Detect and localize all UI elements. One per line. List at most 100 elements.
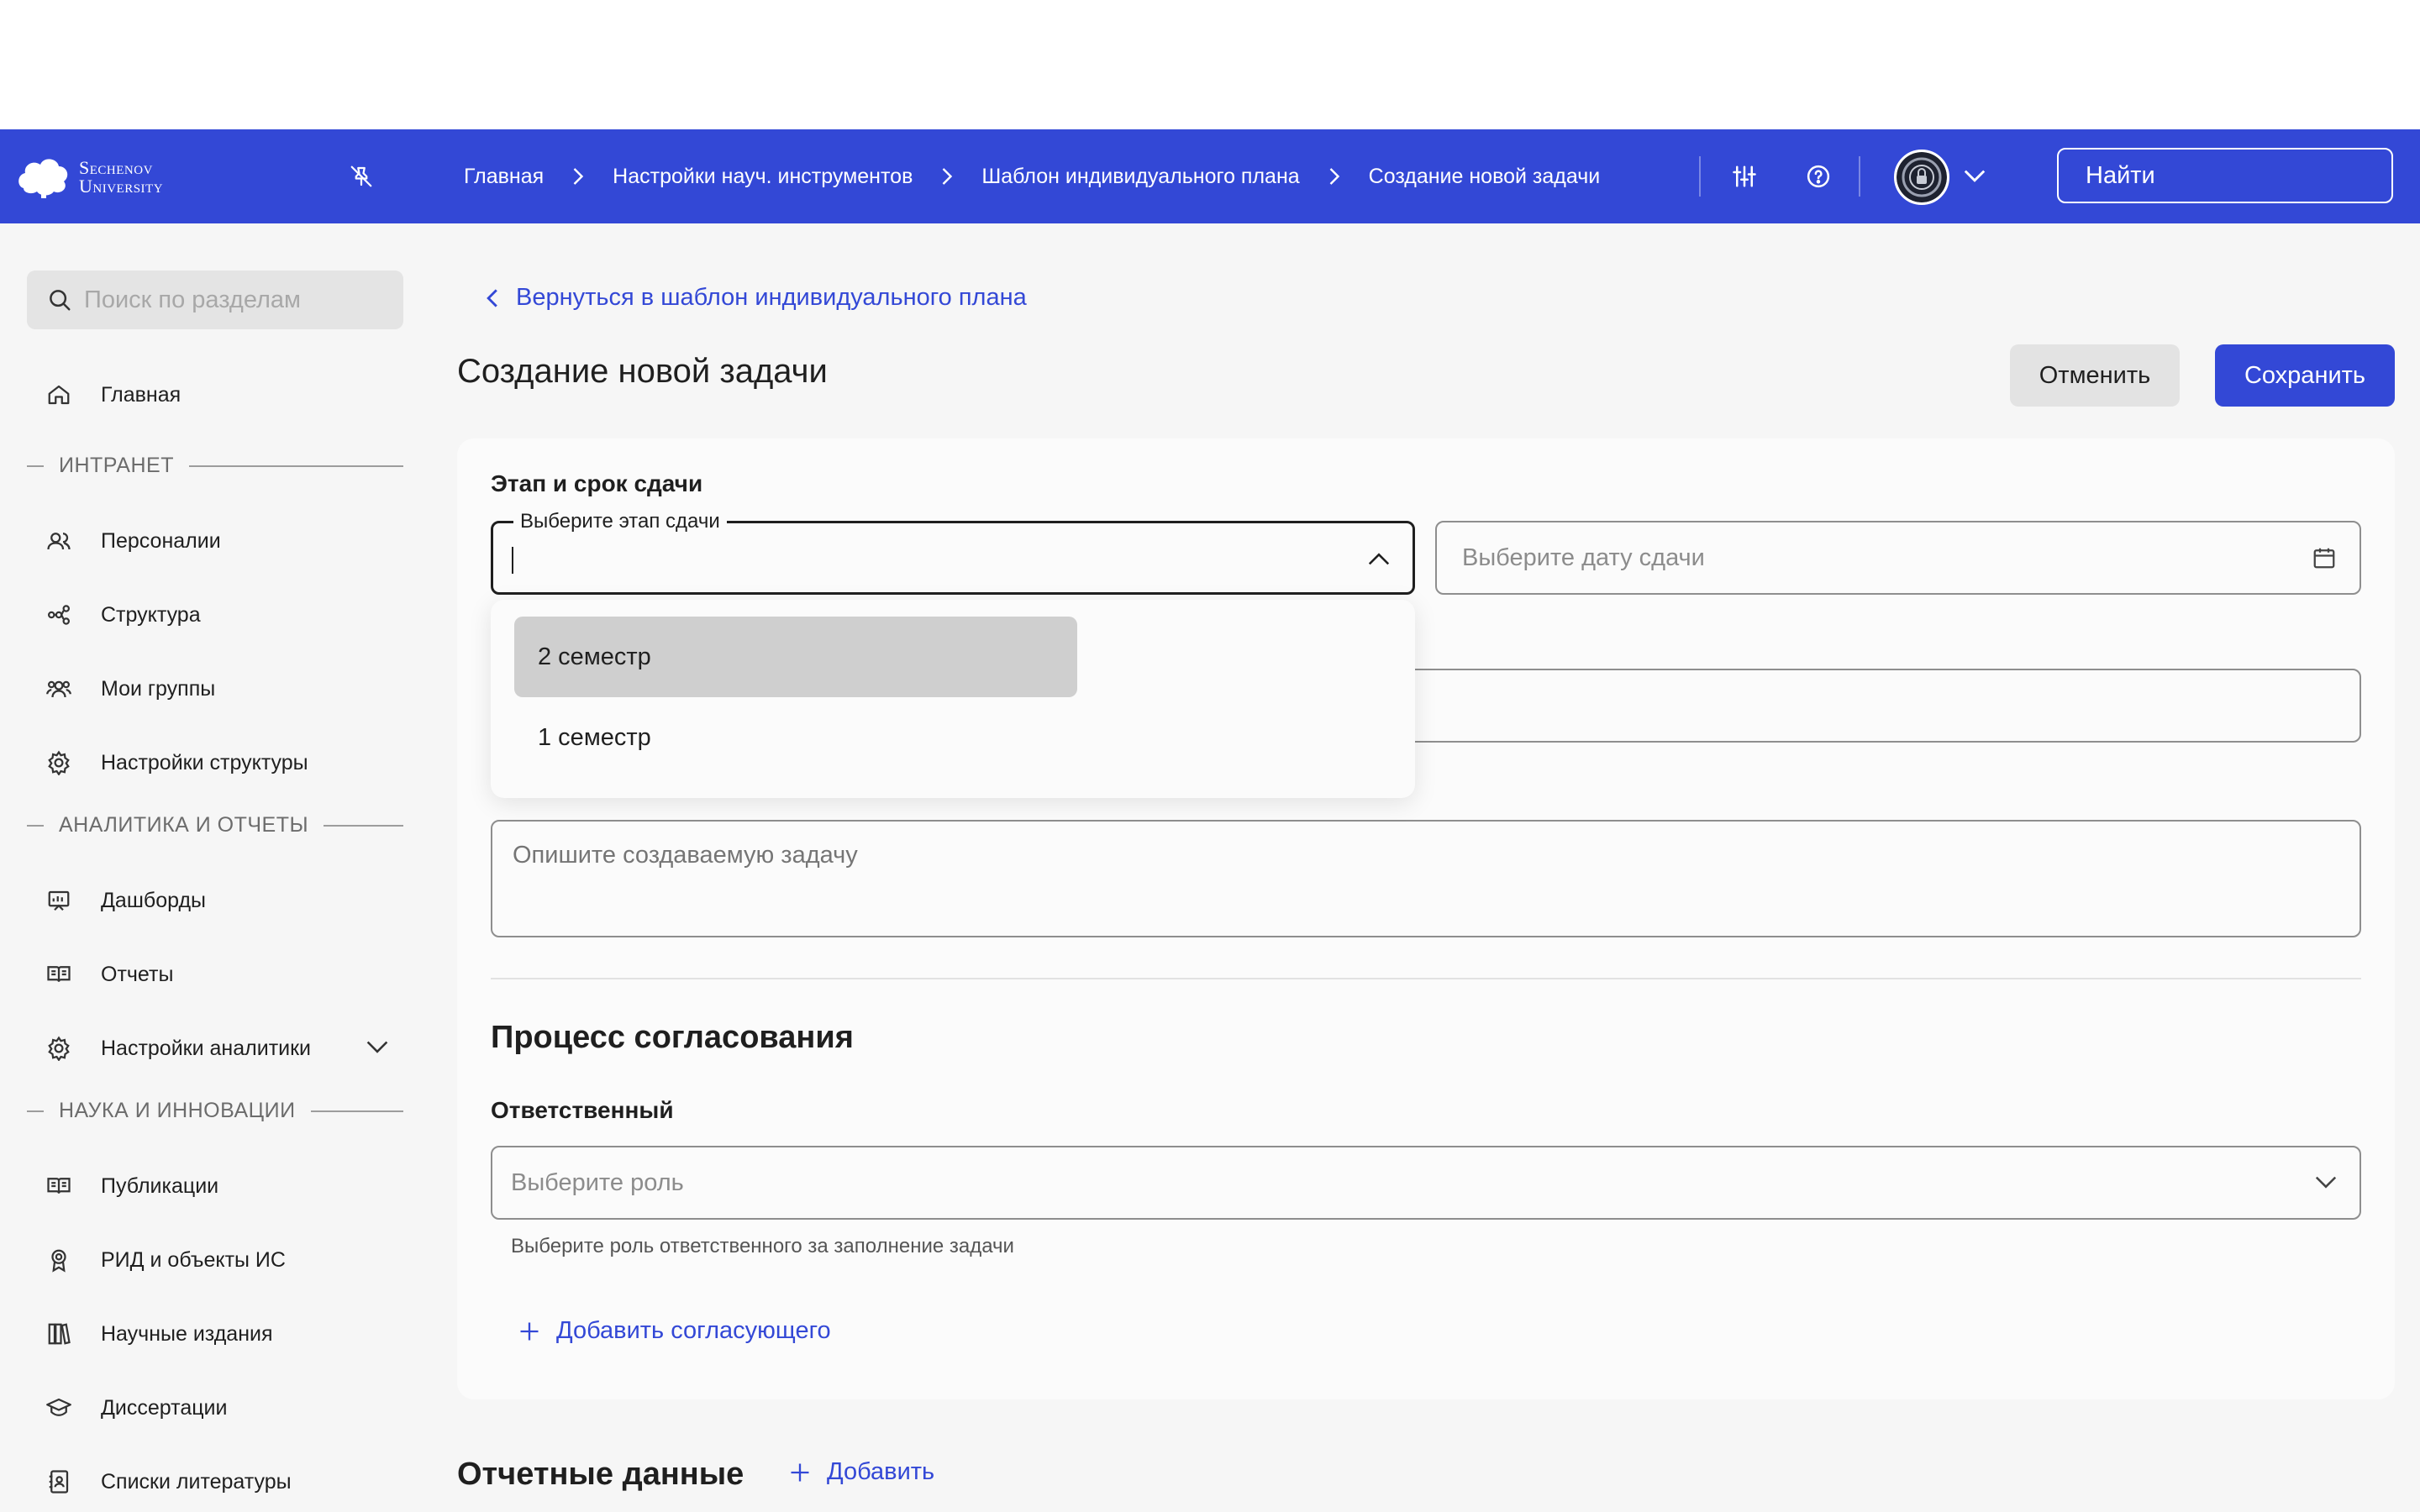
- logo-line-2: University: [79, 176, 164, 197]
- sidebar-item-label: Настройки структуры: [101, 750, 308, 774]
- logo-text: Sechenov University: [79, 159, 163, 196]
- role-hint: Выберите роль ответственного за заполнен…: [511, 1235, 1014, 1257]
- help-icon[interactable]: [1802, 160, 1835, 193]
- section-title: АНАЛИТИКА И ОТЧЕТЫ: [59, 813, 309, 837]
- sidebar-item-label: Мои группы: [101, 676, 216, 701]
- plus-icon: [791, 1463, 809, 1481]
- add-approver-button[interactable]: Добавить согласующего: [518, 1317, 831, 1345]
- users-icon: [44, 526, 74, 556]
- responsible-label: Ответственный: [491, 1097, 674, 1123]
- sidebar-item-dashboards[interactable]: Дашборды: [44, 879, 206, 922]
- stage-select[interactable]: Выберите этап сдачи: [491, 510, 1415, 595]
- breadcrumb-home[interactable]: Главная: [464, 165, 544, 189]
- chevron-right-icon: [939, 166, 955, 186]
- sidebar-search[interactable]: [27, 270, 403, 329]
- sidebar-item-label: Публикации: [101, 1173, 219, 1198]
- chevron-right-icon: [571, 166, 586, 186]
- dropdown-option[interactable]: 2 семестр: [514, 617, 1077, 697]
- sidebar-item-label: Дашборды: [101, 888, 206, 912]
- sidebar-item-my-groups[interactable]: Мои группы: [44, 667, 215, 711]
- logo-line-1: Sechenov: [79, 157, 153, 178]
- role-placeholder: Выберите роль: [511, 1169, 684, 1196]
- breadcrumb-template[interactable]: Шаблон индивидуального плана: [981, 165, 1299, 189]
- cancel-button[interactable]: Отменить: [2010, 344, 2180, 407]
- text-caret: [512, 547, 513, 574]
- book-icon: [44, 959, 74, 990]
- calendar-icon[interactable]: [2307, 541, 2341, 575]
- breadcrumb-current: Создание новой задачи: [1368, 164, 1601, 188]
- gear-icon: [44, 1033, 74, 1063]
- sidebar-section-analytics: АНАЛИТИКА И ОТЧЕТЫ: [27, 813, 403, 837]
- global-search-input[interactable]: [2086, 161, 2402, 190]
- sidebar-item-home[interactable]: Главная: [44, 373, 181, 417]
- tree-logo-icon: [18, 159, 68, 198]
- stage-section-label: Этап и срок сдачи: [491, 470, 703, 496]
- structure-icon: [44, 600, 74, 630]
- app-body: Главная ИНТРАНЕТ Персоналии Структура Мо…: [0, 223, 2420, 1512]
- group-icon: [44, 674, 74, 704]
- book-icon: [44, 1171, 74, 1201]
- award-icon: [44, 1245, 74, 1275]
- add-report-label: Добавить: [827, 1458, 935, 1485]
- save-button[interactable]: Сохранить: [2215, 344, 2395, 407]
- sidebar-item-structure-settings[interactable]: Настройки структуры: [44, 741, 308, 785]
- global-search[interactable]: [2057, 148, 2402, 203]
- divider: [1699, 156, 1701, 197]
- plus-icon: [520, 1322, 539, 1340]
- address-book-icon: [44, 1467, 74, 1497]
- breadcrumb: Главная Настройки науч. инструментов Шаб…: [464, 129, 1600, 223]
- section-divider: [491, 978, 2361, 979]
- sidebar-item-label: Диссертации: [101, 1395, 228, 1420]
- description-textarea[interactable]: [491, 820, 2361, 937]
- chevron-up-icon[interactable]: [1362, 542, 1396, 575]
- sidebar-item-label: Структура: [101, 602, 201, 627]
- sidebar-item-label: Отчеты: [101, 962, 174, 986]
- back-link[interactable]: Вернуться в шаблон индивидуального плана: [486, 284, 1027, 312]
- description-input[interactable]: [492, 822, 2360, 936]
- sidebar-search-input[interactable]: [84, 286, 387, 314]
- sidebar-section-science: НАУКА И ИННОВАЦИИ: [27, 1099, 403, 1123]
- search-icon: [50, 290, 71, 311]
- divider: [1859, 156, 1860, 197]
- sidebar-item-bibliography[interactable]: Списки литературы: [44, 1460, 292, 1504]
- sechenov-logo[interactable]: Sechenov University: [17, 155, 163, 200]
- role-select[interactable]: Выберите роль: [491, 1146, 2361, 1220]
- library-icon: [44, 1319, 74, 1349]
- chevron-down-icon[interactable]: [366, 1037, 388, 1061]
- sidebar-item-label: Научные издания: [101, 1321, 273, 1346]
- sidebar-item-label: Списки литературы: [101, 1469, 292, 1494]
- chevron-left-icon: [487, 288, 497, 307]
- avatar[interactable]: [1894, 150, 1949, 205]
- sidebar-item-analytics-settings[interactable]: Настройки аналитики: [44, 1026, 388, 1070]
- sidebar-item-label: РИД и объекты ИС: [101, 1247, 286, 1272]
- chevron-down-icon[interactable]: [2309, 1166, 2343, 1200]
- sidebar-item-publications[interactable]: Публикации: [44, 1164, 218, 1208]
- sliders-icon[interactable]: [1728, 160, 1761, 193]
- sidebar-item-rid[interactable]: РИД и объекты ИС: [44, 1238, 286, 1282]
- pin-off-icon[interactable]: [345, 160, 378, 193]
- sidebar-item-reports[interactable]: Отчеты: [44, 953, 173, 996]
- sidebar-item-label: Настройки аналитики: [101, 1036, 312, 1060]
- sidebar-item-structure[interactable]: Структура: [44, 593, 201, 637]
- sidebar-item-dissertations[interactable]: Диссертации: [44, 1386, 227, 1430]
- sidebar: Главная ИНТРАНЕТ Персоналии Структура Мо…: [0, 223, 429, 1512]
- due-date-placeholder: Выберите дату сдачи: [1462, 544, 1705, 571]
- sidebar-section-intranet: ИНТРАНЕТ: [27, 454, 403, 478]
- add-report-button[interactable]: Добавить: [788, 1458, 934, 1486]
- stage-select-label: Выберите этап сдачи: [513, 510, 727, 533]
- report-data-title: Отчетные данные: [457, 1457, 744, 1492]
- page-title: Создание новой задачи: [457, 353, 828, 390]
- sidebar-item-persons[interactable]: Персоналии: [44, 519, 221, 563]
- gear-icon: [44, 748, 74, 778]
- chevron-down-icon[interactable]: [1958, 160, 1991, 193]
- chevron-right-icon: [1327, 166, 1342, 186]
- due-date-field[interactable]: Выберите дату сдачи: [1435, 521, 2361, 595]
- sidebar-item-journals[interactable]: Научные издания: [44, 1312, 273, 1356]
- sidebar-item-label: Персоналии: [101, 528, 221, 553]
- approval-title: Процесс согласования: [491, 1020, 854, 1055]
- breadcrumb-settings[interactable]: Настройки науч. инструментов: [613, 165, 913, 189]
- add-approver-label: Добавить согласующего: [556, 1317, 831, 1344]
- user-avatar-image: [1897, 152, 1947, 202]
- dropdown-option[interactable]: 1 семестр: [514, 697, 1077, 778]
- hidden-field[interactable]: [1378, 669, 2361, 743]
